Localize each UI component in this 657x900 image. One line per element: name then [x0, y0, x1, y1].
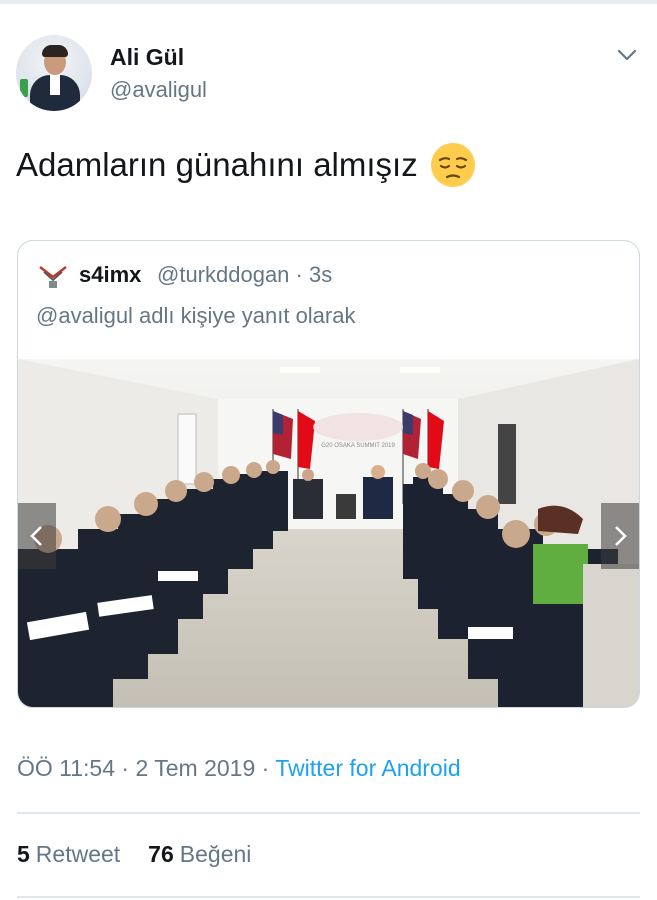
top-divider: [0, 0, 657, 4]
divider: [17, 812, 640, 814]
tweet-timestamp: ÖÖ 11:54 · 2 Tem 2019 ·: [17, 755, 276, 781]
quoted-tweet-card[interactable]: s4imx @turkddogan · 3s @avaligul adlı ki…: [17, 240, 640, 708]
author-name[interactable]: Ali Gül: [110, 44, 184, 71]
retweet-count[interactable]: 5 Retweet: [17, 841, 120, 868]
divider: [17, 896, 640, 898]
photo-prev-button[interactable]: [18, 503, 56, 569]
chevron-right-icon: [615, 526, 627, 546]
tweet-stats: 5 Retweet 76 Beğeni: [17, 841, 251, 868]
retweet-count-label: Retweet: [35, 841, 121, 867]
photo-next-button[interactable]: [601, 503, 639, 569]
quoted-author-meta[interactable]: @turkddogan · 3s: [157, 262, 332, 288]
like-count-label: Beğeni: [179, 841, 252, 867]
pensive-face-emoji-icon: [430, 143, 475, 187]
chevron-left-icon: [30, 526, 42, 546]
quoted-avatar-logo-icon: [39, 266, 67, 288]
author-handle[interactable]: @avaligul: [110, 77, 207, 103]
author-avatar[interactable]: [16, 35, 92, 111]
like-count-value: 76: [148, 841, 174, 867]
chevron-down-icon[interactable]: [612, 40, 642, 70]
tweet-meta: ÖÖ 11:54 · 2 Tem 2019 · Twitter for Andr…: [17, 755, 461, 782]
photo-banner-text: G20 OSAKA SUMMIT 2019: [321, 443, 395, 449]
like-count[interactable]: 76 Beğeni: [148, 841, 251, 868]
retweet-count-value: 5: [17, 841, 30, 867]
quoted-photo[interactable]: G20 OSAKA SUMMIT 2019: [18, 359, 639, 707]
quoted-author-name[interactable]: s4imx: [79, 262, 141, 288]
tweet-source-link[interactable]: Twitter for Android: [275, 755, 460, 781]
tweet-body: Adamların günahını almışız: [16, 146, 418, 183]
quoted-reply-context: @avaligul adlı kişiye yanıt olarak: [36, 303, 356, 328]
tweet-text: Adamların günahını almışız: [16, 142, 476, 188]
